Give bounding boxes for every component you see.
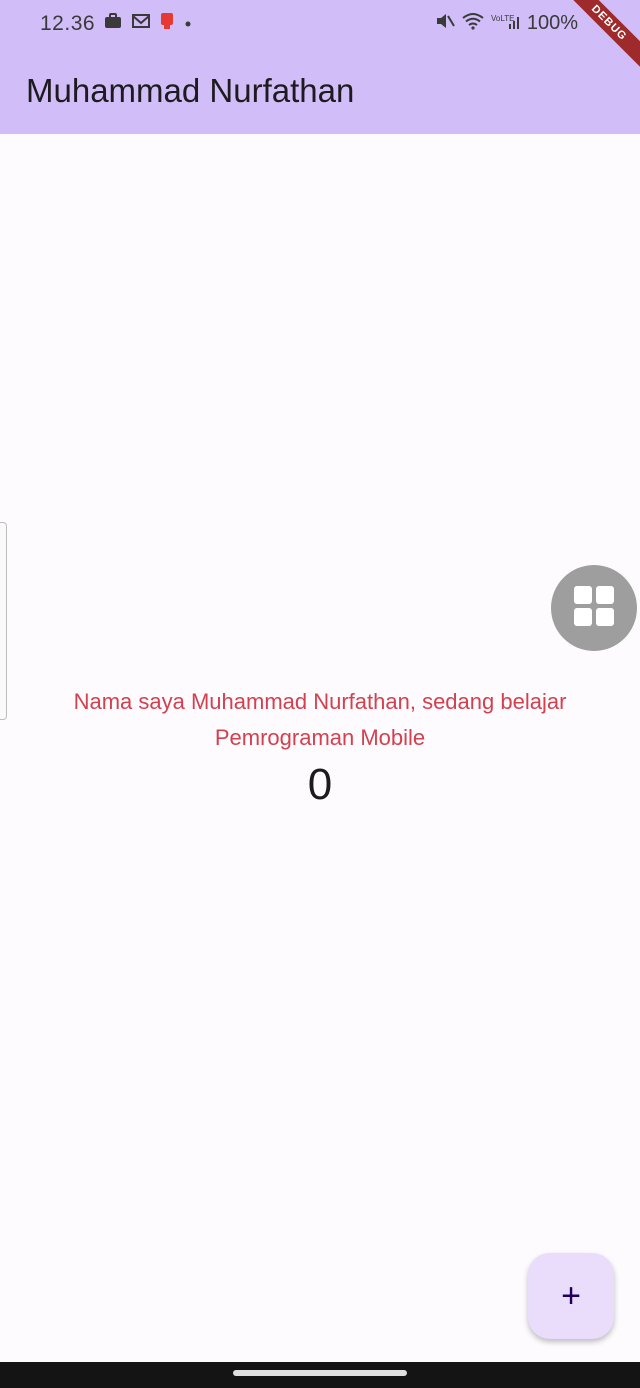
- app-screen: 12.36 VoLTE 100% Muhammad Nurfathan DEBU…: [0, 0, 640, 1388]
- plus-icon: +: [561, 1277, 581, 1315]
- signal-icon: VoLTE: [491, 12, 521, 35]
- mail-icon: [132, 13, 150, 34]
- app-title: Muhammad Nurfathan: [26, 72, 355, 109]
- floating-widget-button[interactable]: [551, 565, 637, 651]
- counter-value: 0: [307, 760, 333, 809]
- increment-fab-button[interactable]: +: [528, 1253, 614, 1339]
- status-time: 12.36: [40, 12, 96, 35]
- app-bar: Muhammad Nurfathan: [0, 50, 640, 134]
- briefcase-icon: [104, 12, 122, 35]
- top-bar: 12.36 VoLTE 100% Muhammad Nurfathan: [0, 0, 640, 134]
- svg-text:VoLTE: VoLTE: [491, 14, 514, 23]
- wifi-icon: [461, 12, 485, 35]
- battery-level: 100%: [526, 12, 578, 34]
- home-gesture-handle[interactable]: [233, 1370, 407, 1376]
- status-bar: 12.36 VoLTE 100%: [0, 0, 640, 50]
- edge-panel-handle[interactable]: [0, 522, 7, 720]
- system-nav-bar: [0, 1362, 640, 1388]
- intro-message: Nama saya Muhammad Nurfathan, sedang bel…: [73, 689, 567, 750]
- grid-icon: [573, 585, 615, 632]
- notification-icon: [160, 12, 174, 35]
- mute-icon: [435, 12, 455, 35]
- dot-icon: [184, 15, 192, 33]
- status-icons-left: [104, 12, 192, 35]
- main-content: Nama saya Muhammad Nurfathan, sedang bel…: [0, 134, 640, 1362]
- status-icons-right: VoLTE 100%: [435, 12, 578, 35]
